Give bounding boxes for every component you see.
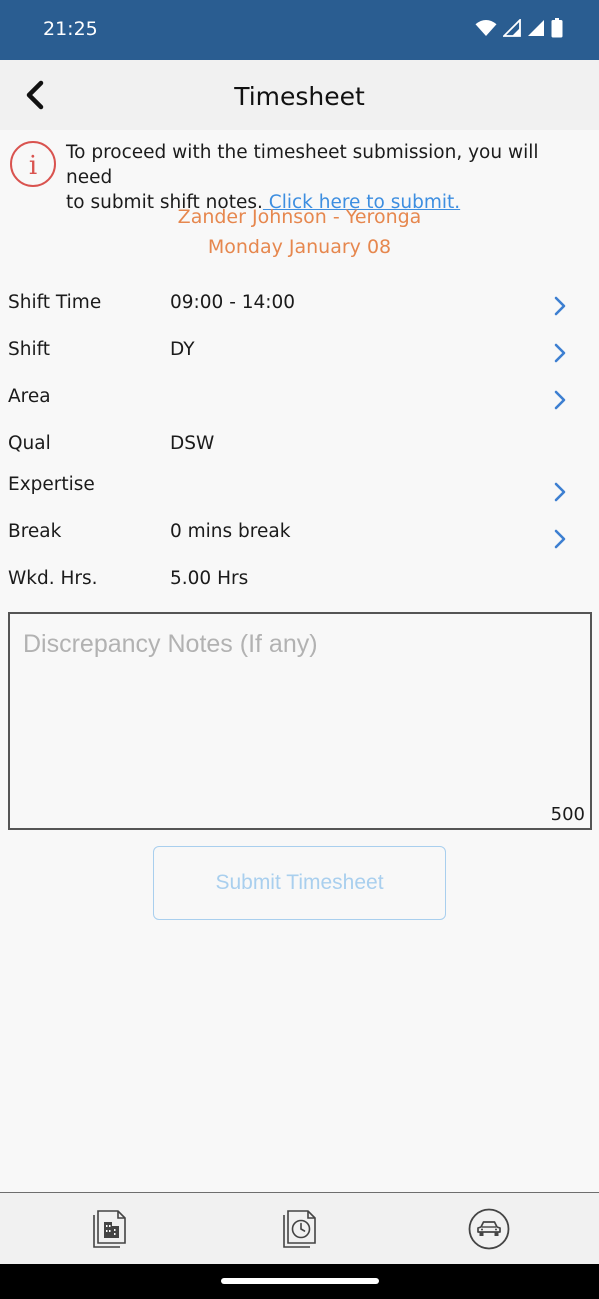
wifi-icon <box>475 20 497 36</box>
svg-text:i: i <box>29 151 37 181</box>
status-time: 21:25 <box>43 18 98 40</box>
row-value: 0 mins break <box>170 521 291 542</box>
row-label: Shift Time <box>8 292 102 313</box>
chevron-right-icon[interactable] <box>550 294 570 318</box>
nav-travel[interactable] <box>467 1207 511 1251</box>
row-label: Expertise <box>8 474 95 495</box>
char-counter: 500 <box>550 804 585 825</box>
row-value: 09:00 - 14:00 <box>170 292 296 313</box>
row-qual: Qual DSW <box>0 421 599 465</box>
row-value: 5.00 Hrs <box>170 568 249 589</box>
shift-date: Monday January 08 <box>207 236 392 258</box>
clock-document-icon <box>283 1210 316 1248</box>
header: Timesheet <box>0 60 599 130</box>
row-area[interactable]: Area <box>0 374 599 418</box>
row-worked-hours: Wkd. Hrs. 5.00 Hrs <box>0 556 599 600</box>
bottom-nav <box>0 1192 599 1264</box>
nav-timesheets[interactable] <box>88 1207 132 1251</box>
notice-text: To proceed with the timesheet submission… <box>66 140 589 215</box>
row-label: Wkd. Hrs. <box>8 568 98 589</box>
row-break[interactable]: Break 0 mins break <box>0 509 599 553</box>
row-expertise[interactable]: Expertise <box>0 462 599 506</box>
nav-shifts[interactable] <box>278 1207 322 1251</box>
signal-icon <box>503 19 521 37</box>
chevron-right-icon[interactable] <box>550 388 570 412</box>
chevron-right-icon[interactable] <box>550 341 570 365</box>
row-value: DY <box>170 339 195 360</box>
row-shift-time[interactable]: Shift Time 09:00 - 14:00 <box>0 280 599 324</box>
page-title: Timesheet <box>234 82 365 111</box>
discrepancy-notes-input[interactable] <box>10 614 590 828</box>
status-bar: 21:25 <box>0 0 599 60</box>
row-shift[interactable]: Shift DY <box>0 327 599 371</box>
chevron-right-icon[interactable] <box>550 480 570 504</box>
row-value: DSW <box>170 433 215 454</box>
chevron-right-icon[interactable] <box>550 527 570 551</box>
row-label: Area <box>8 386 51 407</box>
building-document-icon <box>93 1210 126 1248</box>
info-circle-icon: i <box>10 141 56 187</box>
discrepancy-notes-box: 500 <box>8 612 592 830</box>
signal-icon <box>528 20 544 36</box>
notice-line1: To proceed with the timesheet submission… <box>66 142 539 188</box>
row-label: Qual <box>8 433 51 454</box>
shift-notes-notice: i To proceed with the timesheet submissi… <box>9 138 589 213</box>
worker-name: Zander Johnson - Yeronga <box>177 206 422 228</box>
row-label: Break <box>8 521 62 542</box>
car-circle-icon <box>468 1208 510 1250</box>
home-gesture-handle[interactable] <box>221 1278 379 1284</box>
status-icons <box>475 18 563 38</box>
system-gesture-bar <box>0 1264 599 1299</box>
submit-timesheet-button[interactable]: Submit Timesheet <box>153 846 446 920</box>
row-label: Shift <box>8 339 51 360</box>
battery-icon <box>551 18 563 38</box>
